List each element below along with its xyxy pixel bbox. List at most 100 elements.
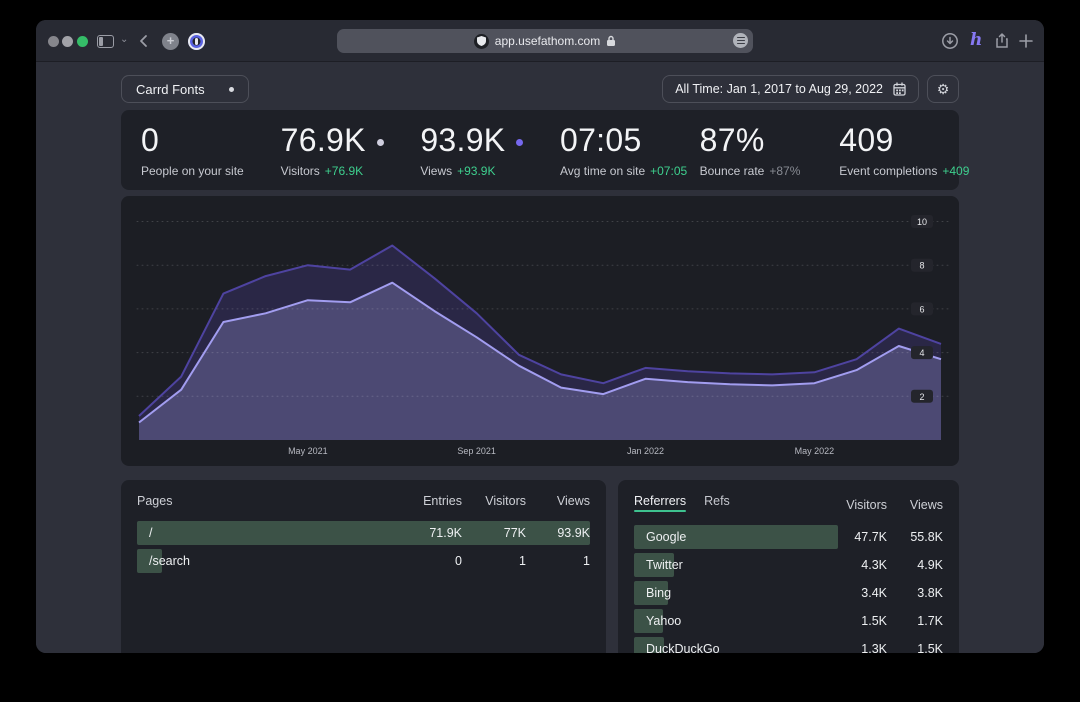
svg-text:8: 8 [919, 261, 924, 271]
dashboard-header: Carrd Fonts All Time: Jan 1, 2017 to Aug… [121, 75, 959, 103]
cell-views: 1.7K [887, 614, 943, 628]
column-entries: Entries [398, 494, 462, 508]
share-icon[interactable] [993, 32, 1011, 50]
cell-visitors: 3.4K [831, 586, 887, 600]
site-switcher-button[interactable]: Carrd Fonts [121, 75, 249, 103]
svg-text:May 2021: May 2021 [288, 446, 328, 456]
address-bar[interactable]: app.usefathom.com [337, 29, 753, 53]
column-visitors: Visitors [831, 498, 887, 512]
table-row[interactable]: DuckDuckGo 1.3K 1.5K [634, 637, 943, 653]
new-item-icon[interactable]: + [162, 33, 179, 50]
svg-text:6: 6 [919, 304, 924, 314]
downloads-icon[interactable] [941, 32, 959, 50]
cell-views: 55.8K [887, 530, 943, 544]
svg-text:Jan 2022: Jan 2022 [627, 446, 664, 456]
pages-table-card: Pages Entries Visitors Views / 71.9K 77K… [121, 480, 606, 653]
stat-views[interactable]: 93.9K Views +93.9K [400, 110, 540, 190]
svg-text:4: 4 [919, 348, 924, 358]
svg-text:10: 10 [917, 217, 927, 227]
url-text: app.usefathom.com [495, 34, 600, 48]
stats-summary-card: 0 People on your site 76.9K Visitors+76.… [121, 110, 959, 190]
pages-title: Pages [137, 494, 398, 508]
settings-button[interactable]: ⚙ [927, 75, 959, 103]
stat-avg-time[interactable]: 07:05 Avg time on site+07:05 [540, 110, 680, 190]
gear-icon: ⚙ [937, 81, 950, 98]
traffic-chart: 2 4 6 8 10 May 2021 Sep 2021 Jan 2022 May 2022 [121, 196, 959, 466]
lock-icon [606, 35, 616, 47]
stat-delta: +409 [942, 164, 969, 178]
browser-window: ⌄ + app.usefathom.com h [36, 20, 1044, 653]
site-name: Carrd Fonts [136, 82, 205, 97]
page-path: / [137, 526, 398, 540]
stat-event-completions[interactable]: 409 Event completions+409 [819, 110, 959, 190]
stat-value: 0 [141, 124, 159, 158]
referrer-name: Google [634, 530, 831, 544]
stat-label: People on your site [141, 164, 244, 178]
stat-label: Event completions [839, 164, 937, 178]
cell-entries: 0 [398, 554, 462, 568]
stat-value: 93.9K [420, 124, 505, 158]
window-close-button[interactable] [48, 36, 59, 47]
tracker-report-icon[interactable] [733, 33, 748, 48]
live-indicator-dot [229, 87, 234, 92]
svg-text:2: 2 [919, 392, 924, 402]
site-favicon [474, 34, 489, 49]
onepassword-extension-icon[interactable] [188, 33, 205, 50]
cell-visitors: 4.3K [831, 558, 887, 572]
stat-label: Views [420, 164, 452, 178]
stat-label: Avg time on site [560, 164, 645, 178]
tab-refs[interactable]: Refs [704, 494, 730, 512]
stat-label: Visitors [281, 164, 320, 178]
cell-views: 3.8K [887, 586, 943, 600]
active-tab-underline [634, 510, 686, 512]
new-tab-icon[interactable] [1017, 32, 1035, 50]
table-row[interactable]: Twitter 4.3K 4.9K [634, 553, 943, 577]
referrer-name: DuckDuckGo [634, 642, 831, 653]
date-range-button[interactable]: All Time: Jan 1, 2017 to Aug 29, 2022 [662, 75, 919, 103]
cell-views: 1 [526, 554, 590, 568]
fathom-extension-icon[interactable]: h [970, 30, 988, 48]
browser-toolbar: ⌄ + app.usefathom.com h [36, 20, 1044, 62]
cell-visitors: 1 [462, 554, 526, 568]
date-range-label: All Time: Jan 1, 2017 to Aug 29, 2022 [675, 82, 883, 96]
referrer-name: Yahoo [634, 614, 831, 628]
cell-views: 1.5K [887, 642, 943, 653]
stat-value: 87% [700, 124, 765, 158]
stat-people-on-site[interactable]: 0 People on your site [121, 110, 261, 190]
svg-text:May 2022: May 2022 [795, 446, 835, 456]
sidebar-toggle-icon[interactable] [97, 35, 114, 48]
stat-delta: +93.9K [457, 164, 495, 178]
back-icon[interactable] [137, 32, 151, 50]
cell-visitors: 1.3K [831, 642, 887, 653]
table-row[interactable]: /search 0 1 1 [137, 549, 590, 573]
page-path: /search [137, 554, 398, 568]
referrers-table-card: Referrers Refs Visitors Views Google [618, 480, 959, 653]
table-row[interactable]: / 71.9K 77K 93.9K [137, 521, 590, 545]
tab-referrers[interactable]: Referrers [634, 494, 686, 512]
stat-value: 409 [839, 124, 893, 158]
cell-visitors: 77K [462, 526, 526, 540]
window-minimize-button[interactable] [62, 36, 73, 47]
stat-value: 07:05 [560, 124, 642, 158]
window-zoom-button[interactable] [77, 36, 88, 47]
cell-views: 4.9K [887, 558, 943, 572]
svg-text:Sep 2021: Sep 2021 [457, 446, 496, 456]
cell-entries: 71.9K [398, 526, 462, 540]
stat-visitors[interactable]: 76.9K Visitors+76.9K [261, 110, 401, 190]
stat-value: 76.9K [281, 124, 366, 158]
cell-visitors: 47.7K [831, 530, 887, 544]
visitors-series-dot [377, 139, 384, 146]
tab-label: Refs [704, 494, 730, 508]
dashboard-page: Carrd Fonts All Time: Jan 1, 2017 to Aug… [36, 62, 1044, 653]
table-row[interactable]: Yahoo 1.5K 1.7K [634, 609, 943, 633]
referrers-table-header: Referrers Refs Visitors Views [634, 494, 943, 512]
table-row[interactable]: Bing 3.4K 3.8K [634, 581, 943, 605]
chevron-down-icon[interactable]: ⌄ [120, 34, 128, 45]
column-views: Views [887, 498, 943, 512]
pages-table-header: Pages Entries Visitors Views [137, 494, 590, 508]
stat-bounce-rate[interactable]: 87% Bounce rate+87% [680, 110, 820, 190]
table-row[interactable]: Google 47.7K 55.8K [634, 525, 943, 549]
referrer-name: Bing [634, 586, 831, 600]
traffic-chart-card: 2 4 6 8 10 May 2021 Sep 2021 Jan 2022 May 2022 [121, 196, 959, 466]
calendar-icon [893, 82, 906, 96]
